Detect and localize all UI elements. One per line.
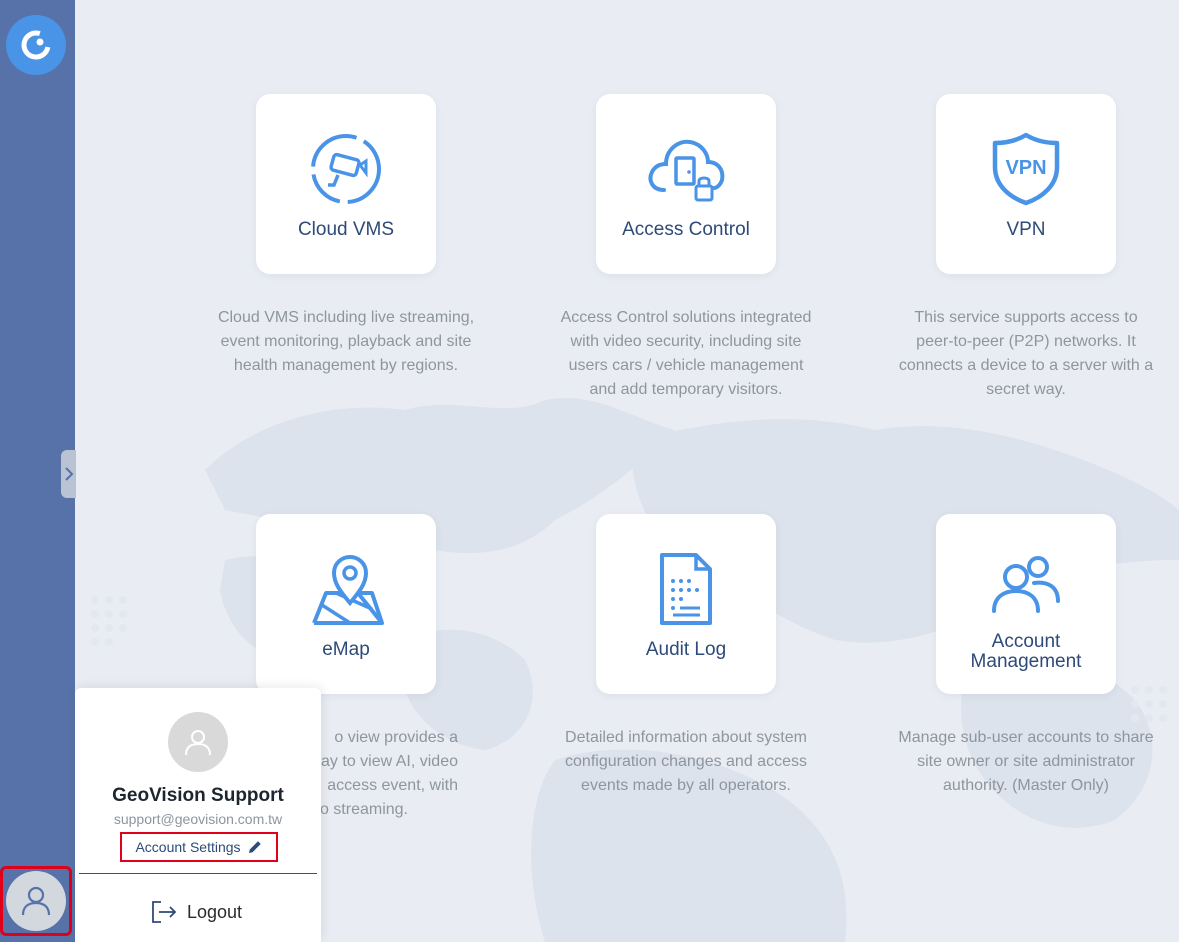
- app-logo[interactable]: [6, 15, 66, 75]
- account-popup: GeoVision Support support@geovision.com.…: [75, 688, 321, 942]
- app-logo-icon: [21, 30, 51, 60]
- card-account-management[interactable]: Account Management: [936, 514, 1116, 694]
- account-email: support@geovision.com.tw: [113, 811, 283, 827]
- account-settings-button[interactable]: Account Settings: [120, 832, 278, 862]
- account-avatar-button[interactable]: [0, 866, 72, 936]
- avatar: [6, 871, 66, 931]
- card-title-line2: Management: [970, 651, 1082, 672]
- svg-text:VPN: VPN: [1005, 157, 1046, 179]
- popup-divider: [79, 873, 317, 874]
- card-title: Audit Log: [645, 639, 727, 660]
- user-icon: [21, 886, 51, 916]
- card-vpn[interactable]: VPN VPN: [936, 94, 1116, 274]
- users-icon: [992, 556, 1060, 613]
- card-access-control[interactable]: Access Control: [596, 94, 776, 274]
- card-title-line1: Account: [991, 631, 1061, 652]
- service-description: Manage sub-user accounts to share site o…: [898, 729, 1154, 794]
- service-description: This service supports access to peer-to-…: [898, 309, 1154, 398]
- card-title: Access Control: [622, 219, 750, 240]
- pencil-icon: [248, 841, 261, 853]
- map-pin-icon: [312, 554, 384, 625]
- card-title: VPN: [1006, 219, 1046, 240]
- card-emap[interactable]: eMap: [256, 514, 436, 694]
- card-title: eMap: [322, 639, 370, 660]
- card-title: Cloud VMS: [297, 219, 395, 240]
- logout-label: Logout: [187, 901, 243, 922]
- sidebar: [0, 0, 76, 942]
- chevron-right-icon: [64, 467, 73, 481]
- service-description: Cloud VMS including live streaming, even…: [217, 309, 475, 374]
- cloud-camera-icon: [311, 134, 381, 204]
- account-name: GeoVision Support: [112, 785, 284, 806]
- sidebar-collapse-handle[interactable]: [61, 450, 76, 498]
- card-audit-log[interactable]: Audit Log: [596, 514, 776, 694]
- logout-button[interactable]: Logout: [151, 898, 242, 926]
- document-list-icon: [660, 553, 712, 625]
- service-description: Access Control solutions integrated with…: [560, 309, 812, 398]
- account-settings-label: Account Settings: [135, 839, 241, 855]
- user-icon: [185, 730, 211, 756]
- card-cloud-vms[interactable]: Cloud VMS: [256, 94, 436, 274]
- cloud-door-lock-icon: [648, 139, 725, 202]
- popup-avatar: [168, 712, 228, 772]
- vpn-shield-icon: VPN: [992, 132, 1060, 206]
- service-description: Detailed information about system config…: [565, 729, 807, 794]
- logout-icon: [152, 901, 177, 923]
